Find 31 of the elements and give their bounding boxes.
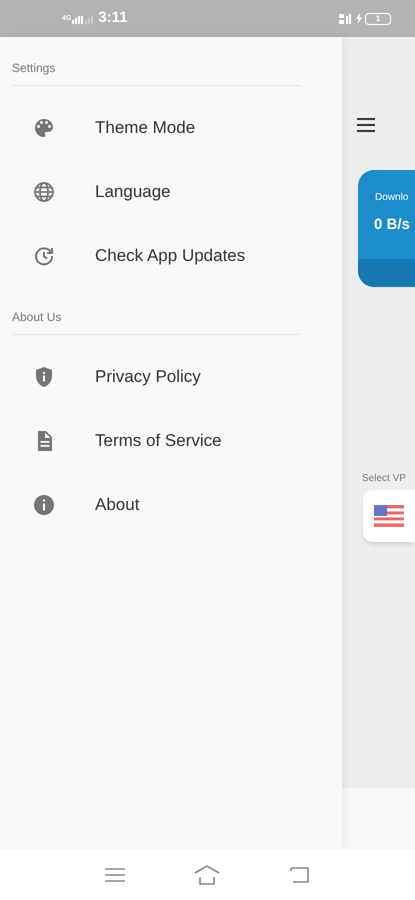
drawer-item-label: About bbox=[95, 494, 140, 516]
flag-icon bbox=[374, 505, 404, 527]
drawer-item-label: Language bbox=[95, 181, 171, 204]
drawer-item[interactable]: About bbox=[12, 473, 342, 537]
server-label: Select VP bbox=[362, 472, 406, 486]
battery-icon: 1 bbox=[365, 12, 391, 24]
drawer-item[interactable]: Theme Mode bbox=[12, 96, 342, 160]
drawer-item[interactable]: Privacy Policy bbox=[12, 345, 342, 409]
drawer-item-label: Check App Updates bbox=[95, 245, 246, 268]
drawer-item[interactable]: Language bbox=[12, 160, 342, 224]
info-icon bbox=[32, 493, 56, 517]
back-icon[interactable] bbox=[289, 866, 312, 884]
server-card[interactable] bbox=[363, 490, 415, 542]
menu-icon[interactable] bbox=[356, 117, 376, 133]
clock: 3:11 bbox=[98, 8, 128, 28]
drawer-item-label: Terms of Service bbox=[95, 430, 222, 452]
card-footer bbox=[358, 259, 415, 287]
home-icon[interactable] bbox=[193, 865, 222, 885]
globe-icon bbox=[32, 180, 56, 204]
palette-icon bbox=[32, 116, 56, 140]
signal-icon bbox=[72, 14, 94, 24]
download-speed: 0 B/s bbox=[374, 215, 410, 235]
section-header: About Us bbox=[12, 310, 62, 324]
download-label: Downlo bbox=[375, 191, 408, 205]
drawer-item-label: Theme Mode bbox=[95, 117, 196, 140]
section-header: Settings bbox=[12, 61, 56, 75]
drawer-item-label: Privacy Policy bbox=[95, 366, 201, 388]
drawer-item[interactable]: Terms of Service bbox=[12, 409, 342, 473]
volte-icon bbox=[338, 12, 352, 24]
drawer-item[interactable]: Check App Updates bbox=[12, 224, 342, 288]
charging-icon bbox=[356, 13, 362, 24]
